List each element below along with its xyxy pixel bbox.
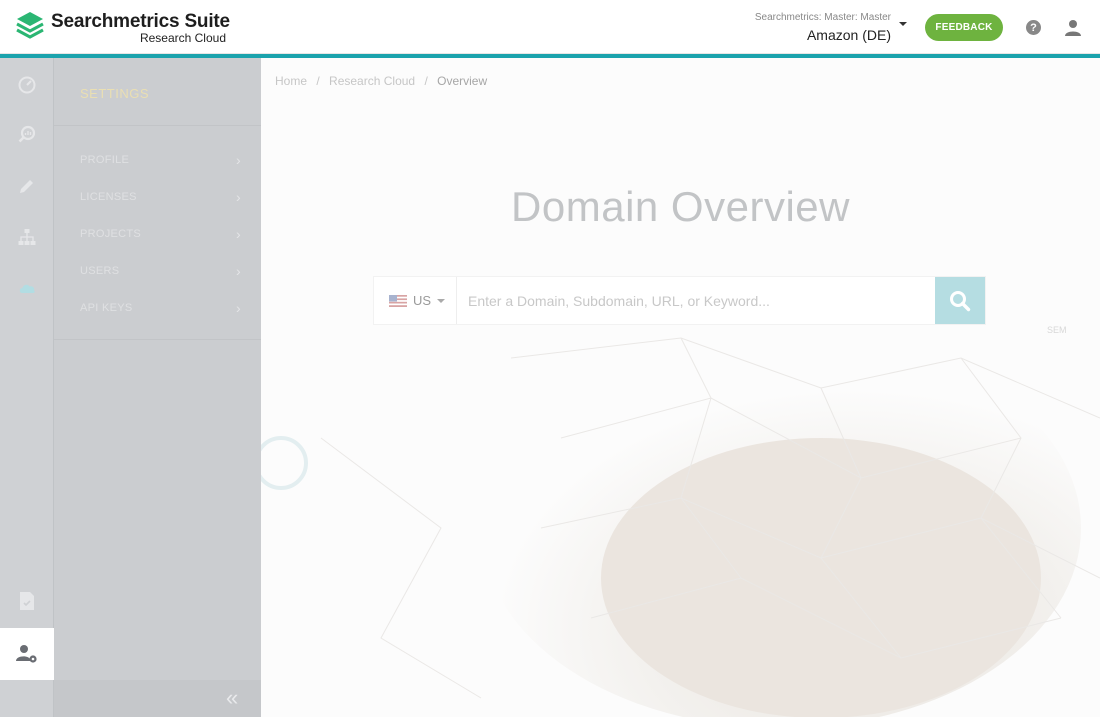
rail-item-dashboard[interactable] bbox=[0, 58, 54, 110]
settings-item-profile[interactable]: PROFILE › bbox=[54, 141, 261, 178]
country-selector[interactable]: US bbox=[374, 277, 457, 324]
settings-item-label: API KEYS bbox=[80, 302, 133, 314]
settings-item-label: LICENSES bbox=[80, 191, 137, 203]
page-title: Domain Overview bbox=[511, 183, 850, 230]
help-icon[interactable]: ? bbox=[1026, 20, 1041, 35]
rail-item-research-cloud[interactable] bbox=[0, 262, 54, 314]
breadcrumb-home[interactable]: Home bbox=[275, 74, 307, 88]
us-flag-icon bbox=[389, 294, 407, 307]
breadcrumb-research-cloud[interactable]: Research Cloud bbox=[329, 74, 415, 88]
rail-item-research[interactable] bbox=[0, 109, 54, 161]
magnifier-chart-icon bbox=[18, 125, 36, 143]
chevron-right-icon: › bbox=[236, 189, 241, 205]
top-header: Searchmetrics Suite Research Cloud Searc… bbox=[0, 0, 1100, 54]
sitemap-icon bbox=[18, 229, 36, 245]
settings-item-label: PROJECTS bbox=[80, 228, 142, 240]
account-selector[interactable]: Amazon (DE) bbox=[807, 27, 891, 43]
search-bar: US bbox=[374, 277, 985, 324]
breadcrumb-separator: / bbox=[316, 74, 320, 88]
main-content: Home / Research Cloud / Overview Domain … bbox=[261, 58, 1100, 717]
chevron-right-icon: › bbox=[236, 152, 241, 168]
account-label[interactable]: Searchmetrics: Master: Master bbox=[755, 12, 891, 23]
search-icon bbox=[950, 290, 971, 311]
brand-subtitle: Research Cloud bbox=[139, 31, 226, 45]
country-code: US bbox=[413, 293, 432, 308]
breadcrumb-separator: / bbox=[424, 74, 428, 88]
breadcrumb: Home / Research Cloud / Overview bbox=[275, 74, 487, 88]
background-caption: SEM bbox=[1047, 325, 1067, 335]
rail-item-structure[interactable] bbox=[0, 211, 54, 263]
settings-item-licenses[interactable]: LICENSES › bbox=[54, 178, 261, 215]
rail-item-settings[interactable] bbox=[0, 628, 54, 680]
settings-item-projects[interactable]: PROJECTS › bbox=[54, 215, 261, 252]
settings-item-label: PROFILE bbox=[80, 154, 130, 166]
pencil-icon bbox=[20, 180, 33, 193]
settings-panel: SETTINGS PROFILE › LICENSES › PROJECTS ›… bbox=[54, 58, 261, 717]
chevron-right-icon: › bbox=[236, 300, 241, 316]
settings-title: SETTINGS bbox=[80, 86, 150, 101]
search-button[interactable] bbox=[935, 277, 985, 324]
collapse-sidebar-icon[interactable]: « bbox=[226, 685, 238, 711]
rail-item-reports[interactable] bbox=[0, 575, 54, 627]
document-icon bbox=[20, 592, 34, 610]
settings-item-users[interactable]: USERS › bbox=[54, 252, 261, 289]
chevron-right-icon: › bbox=[236, 226, 241, 242]
layers-logo-icon[interactable] bbox=[14, 9, 46, 41]
user-icon[interactable] bbox=[1063, 18, 1083, 38]
settings-divider bbox=[54, 339, 261, 340]
user-settings-icon bbox=[16, 645, 37, 663]
settings-item-label: USERS bbox=[80, 265, 120, 277]
chevron-down-icon bbox=[437, 298, 446, 303]
settings-divider bbox=[54, 125, 261, 126]
speedometer-icon bbox=[18, 76, 36, 94]
collapse-bar: « bbox=[54, 680, 261, 717]
feedback-button[interactable]: FEEDBACK bbox=[925, 14, 1003, 41]
account-dropdown-icon[interactable] bbox=[899, 22, 907, 26]
cloud-icon bbox=[19, 284, 35, 293]
hero-background-image bbox=[261, 328, 1100, 717]
chevron-right-icon: › bbox=[236, 263, 241, 279]
search-input[interactable] bbox=[458, 277, 936, 324]
icon-rail bbox=[0, 58, 54, 717]
brand-title[interactable]: Searchmetrics Suite bbox=[51, 11, 230, 33]
settings-item-api-keys[interactable]: API KEYS › bbox=[54, 289, 261, 326]
rail-item-content[interactable] bbox=[0, 160, 54, 212]
breadcrumb-current: Overview bbox=[437, 74, 488, 88]
